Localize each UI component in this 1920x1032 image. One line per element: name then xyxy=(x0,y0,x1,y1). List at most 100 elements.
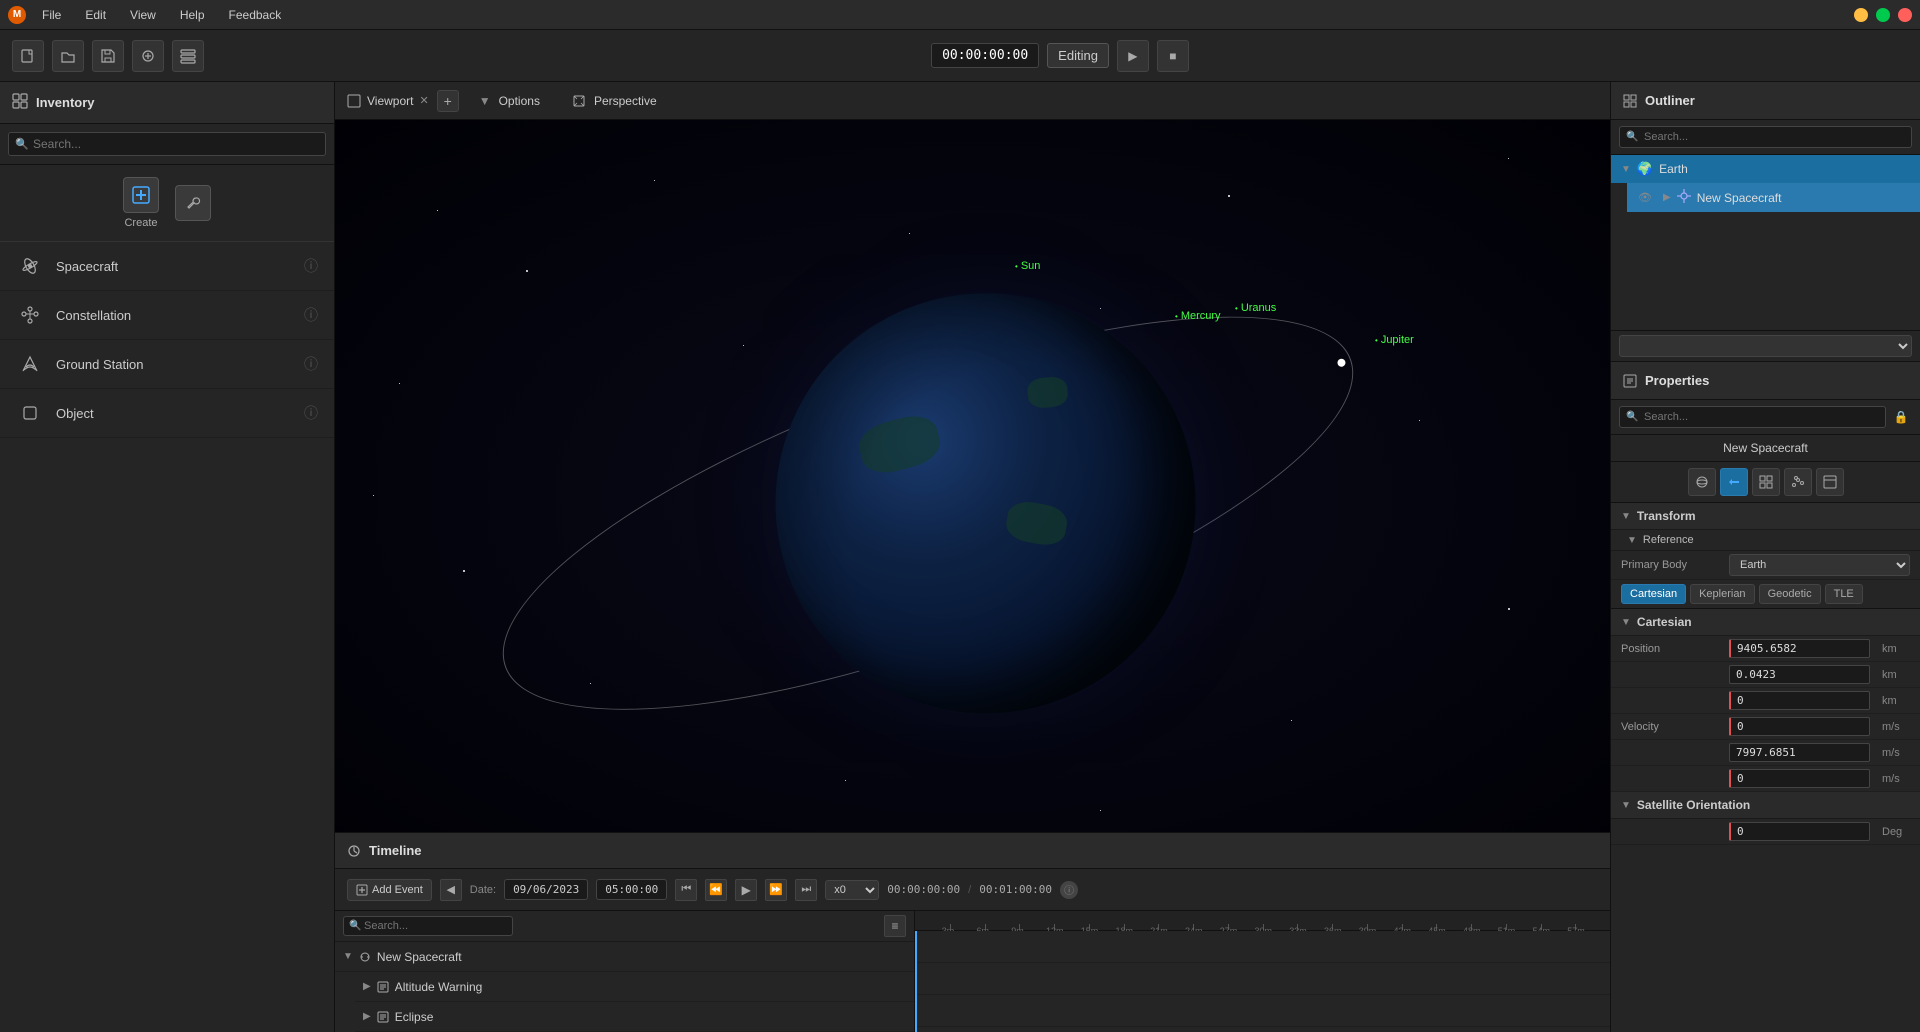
velocity-z-value[interactable]: 0 xyxy=(1729,769,1870,788)
inventory-item-ground-station[interactable]: Ground Station ⓘ xyxy=(0,340,334,389)
outliner-header: Outliner xyxy=(1611,82,1920,120)
timeline-ruler: 3m6m9m12m15m18m21m24m27m30m33m36m39m42m4… xyxy=(915,911,1610,1032)
new-button[interactable] xyxy=(12,40,44,72)
tab-tle[interactable]: TLE xyxy=(1825,584,1863,604)
prop-grid-button[interactable] xyxy=(1752,468,1780,496)
reference-section-header[interactable]: ▼ Reference xyxy=(1611,530,1920,551)
timeline-row-spacecraft xyxy=(915,931,1610,963)
orbit-dot xyxy=(1336,358,1346,368)
timeline-search-input[interactable] xyxy=(343,916,513,936)
cartesian-section-header[interactable]: ▼ Cartesian xyxy=(1611,609,1920,636)
add-viewport-button[interactable]: + xyxy=(437,90,459,112)
outliner-item-earth[interactable]: ▼ 🌍 Earth xyxy=(1611,155,1920,183)
ground-station-info-icon[interactable]: ⓘ xyxy=(304,354,318,374)
spacecraft-info-icon[interactable]: ⓘ xyxy=(304,256,318,276)
play-button[interactable]: ▶ xyxy=(1117,40,1149,72)
velocity-x-unit: m/s xyxy=(1882,721,1910,733)
star xyxy=(373,495,374,496)
menu-view[interactable]: View xyxy=(126,6,160,24)
timeline-info-button[interactable]: ⓘ xyxy=(1060,881,1078,899)
orientation-value[interactable]: 0 xyxy=(1729,822,1870,841)
position-x-value[interactable]: 9405.6582 xyxy=(1729,639,1870,658)
inventory-item-spacecraft[interactable]: Spacecraft ⓘ xyxy=(0,242,334,291)
inventory-item-object[interactable]: Object ⓘ xyxy=(0,389,334,438)
create-button[interactable]: Create xyxy=(123,177,159,229)
track-new-spacecraft[interactable]: ▼ New Spacecraft xyxy=(335,942,914,972)
settings-button[interactable] xyxy=(172,40,204,72)
save-button[interactable] xyxy=(92,40,124,72)
velocity-row-2: 7997.6851 m/s xyxy=(1611,740,1920,766)
ruler-mark-12m: 12m xyxy=(1054,924,1055,930)
timeline-skip-end-button[interactable]: ⏭ xyxy=(795,879,817,901)
track-eclipse[interactable]: ▶ Eclipse xyxy=(355,1002,914,1032)
prop-orbit-button[interactable] xyxy=(1688,468,1716,496)
star xyxy=(590,683,591,684)
transform-section-header[interactable]: ▼ Transform xyxy=(1611,503,1920,530)
visibility-icon[interactable]: 👁 xyxy=(1637,190,1653,206)
add-object-button[interactable] xyxy=(132,40,164,72)
main-toolbar: 00:00:00:00 Editing ▶ ■ xyxy=(0,30,1920,82)
star xyxy=(1508,158,1509,159)
menu-feedback[interactable]: Feedback xyxy=(225,6,286,24)
timeline-rewind-button[interactable]: ⏪ xyxy=(705,879,727,901)
timeline-play-button[interactable]: ▶ xyxy=(735,879,757,901)
viewport-perspective[interactable]: Perspective xyxy=(560,94,669,108)
velocity-y-value[interactable]: 7997.6851 xyxy=(1729,743,1870,762)
timeline-content-area xyxy=(915,931,1610,1032)
menu-edit[interactable]: Edit xyxy=(81,6,110,24)
timeline-area: Timeline Add Event ◀ Date: 09/06/2023 05… xyxy=(335,832,1610,1032)
satellite-orientation-header[interactable]: ▼ Satellite Orientation xyxy=(1611,792,1920,819)
outliner-search-input[interactable] xyxy=(1619,126,1912,148)
timeline-list-toggle[interactable]: ≡ xyxy=(884,915,906,937)
velocity-x-value[interactable]: 0 xyxy=(1729,717,1870,736)
inventory-panel: Inventory 🔍 Create Spacecraft xyxy=(0,82,335,1032)
close-button[interactable]: × xyxy=(1898,8,1912,22)
star xyxy=(526,270,528,272)
viewport-tab-close[interactable]: ✕ xyxy=(419,94,428,107)
ruler-mark-18m: 18m xyxy=(1124,924,1125,930)
timeline-skip-start-button[interactable]: ⏮ xyxy=(675,879,697,901)
add-event-button[interactable]: Add Event xyxy=(347,879,432,901)
timeline-fast-forward-button[interactable]: ⏩ xyxy=(765,879,787,901)
add-event-label: Add Event xyxy=(372,884,423,896)
outliner-tree: ▼ 🌍 Earth 👁 ▶ New Spacecraft xyxy=(1611,155,1920,330)
minimize-button[interactable]: − xyxy=(1854,8,1868,22)
prop-panel-button[interactable] xyxy=(1816,468,1844,496)
viewport-options[interactable]: ▼ Options xyxy=(467,94,552,108)
outliner-filter-select[interactable] xyxy=(1619,335,1912,357)
tab-geodetic[interactable]: Geodetic xyxy=(1759,584,1821,604)
inventory-item-constellation[interactable]: Constellation ⓘ xyxy=(0,291,334,340)
star xyxy=(399,383,400,384)
timeline-playhead[interactable] xyxy=(915,931,917,1032)
constellation-info-icon[interactable]: ⓘ xyxy=(304,305,318,325)
center-panel: Viewport ✕ + ▼ Options Perspective xyxy=(335,82,1610,1032)
timeline-collapse-button[interactable]: ◀ xyxy=(440,879,462,901)
tab-keplerian[interactable]: Keplerian xyxy=(1690,584,1754,604)
primary-body-select[interactable]: Earth xyxy=(1729,554,1910,576)
prop-scatter-button[interactable] xyxy=(1784,468,1812,496)
menu-file[interactable]: File xyxy=(38,6,65,24)
open-button[interactable] xyxy=(52,40,84,72)
prop-transform-button[interactable] xyxy=(1720,468,1748,496)
tools-button[interactable] xyxy=(175,185,211,221)
props-search-input[interactable] xyxy=(1619,406,1886,428)
options-label: Options xyxy=(499,94,540,108)
position-z-value[interactable]: 0 xyxy=(1729,691,1870,710)
star xyxy=(1100,810,1101,811)
properties-lock-icon[interactable]: 🔒 xyxy=(1890,406,1912,428)
track-altitude-warning[interactable]: ▶ Altitude Warning xyxy=(355,972,914,1002)
menu-help[interactable]: Help xyxy=(176,6,209,24)
inventory-search-input[interactable] xyxy=(8,132,326,156)
stop-button[interactable]: ■ xyxy=(1157,40,1189,72)
timeline-time-display: 05:00:00 xyxy=(596,879,667,900)
timeline-speed-select[interactable]: x0 x1 x10 x100 xyxy=(825,880,879,900)
reference-section-title: Reference xyxy=(1643,534,1694,546)
object-info-icon[interactable]: ⓘ xyxy=(304,403,318,423)
maximize-button[interactable]: □ xyxy=(1876,8,1890,22)
timeline-search-bar: 🔍 ≡ xyxy=(335,911,914,942)
constellation-icon xyxy=(16,301,44,329)
outliner-item-new-spacecraft[interactable]: 👁 ▶ New Spacecraft xyxy=(1627,183,1920,212)
position-y-value[interactable]: 0.0423 xyxy=(1729,665,1870,684)
star xyxy=(437,210,438,211)
tab-cartesian[interactable]: Cartesian xyxy=(1621,584,1686,604)
